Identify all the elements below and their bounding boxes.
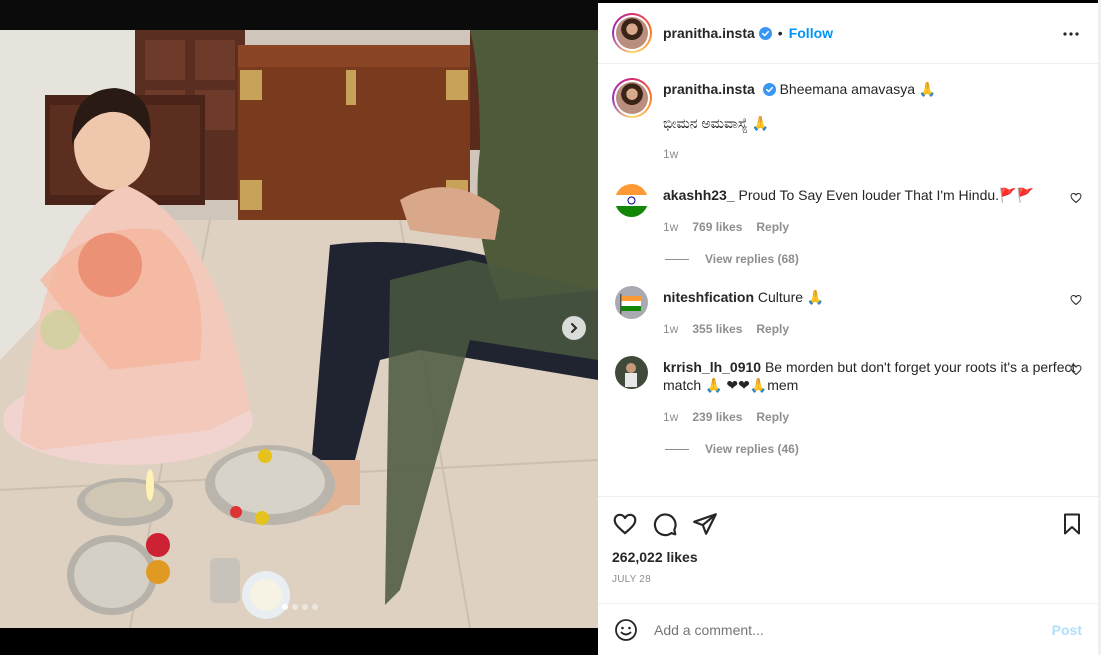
post-photo [0, 30, 598, 628]
header-separator: • [777, 25, 783, 41]
comments-list[interactable]: pranitha.insta Bheemana amavasya 🙏 ಭೀಮನ … [598, 64, 1098, 492]
carousel-dots [282, 604, 318, 610]
comment-like-heart-icon[interactable] [1070, 364, 1082, 376]
next-arrow-icon [571, 323, 578, 333]
comment-text: Culture 🙏 [757, 289, 825, 305]
caption-text-kannada: ಭೀಮನ ಅಮವಾಸ್ಯೆ 🙏 [663, 115, 770, 131]
commenter-avatar[interactable] [615, 356, 648, 389]
carousel-dot [282, 604, 288, 610]
comment-likes[interactable]: 355 likes [692, 322, 742, 336]
post-media[interactable] [0, 0, 598, 655]
reply-button[interactable]: Reply [756, 410, 789, 424]
carousel-dot [312, 604, 318, 610]
caption-text: Bheemana amavasya 🙏 [779, 81, 937, 97]
comment-like-heart-icon[interactable] [1070, 294, 1082, 306]
view-replies-button[interactable]: View replies (46) [665, 442, 1082, 456]
comment-icon[interactable] [652, 511, 678, 537]
comment-item: krrish_lh_0910 Be morden but don't forge… [612, 356, 1082, 456]
verified-icon [762, 83, 776, 96]
comment-time[interactable]: 1w [663, 410, 678, 424]
commenter-username[interactable]: akashh23_ [663, 187, 735, 203]
view-replies-button[interactable]: View replies (68) [665, 252, 1082, 266]
caption-time[interactable]: 1w [663, 147, 1082, 161]
comment-input[interactable] [654, 621, 1052, 638]
next-arrow-button[interactable] [562, 316, 586, 340]
carousel-dot [292, 604, 298, 610]
bookmark-icon[interactable] [1060, 512, 1084, 536]
commenter-avatar[interactable] [615, 184, 648, 217]
comment-time[interactable]: 1w [663, 322, 678, 336]
commenter-username[interactable]: niteshfication [663, 289, 754, 305]
commenter-avatar[interactable] [615, 286, 648, 319]
more-options-icon[interactable] [1062, 25, 1080, 43]
comment-text: Proud To Say Even louder That I'm Hindu.… [738, 187, 1034, 203]
likes-count[interactable]: 262,022 likes [612, 549, 1084, 565]
post-date[interactable]: JULY 28 [612, 574, 1084, 585]
post-actions: 262,022 likes JULY 28 [598, 496, 1098, 602]
post-side-panel: pranitha.insta • Follow pranitha.insta B… [598, 3, 1098, 655]
verified-icon [758, 26, 772, 40]
media-top-bar [0, 0, 598, 30]
post-comment-button[interactable]: Post [1052, 622, 1082, 638]
author-username[interactable]: pranitha.insta [663, 25, 755, 41]
view-replies-label: View replies (68) [705, 252, 799, 266]
comment-like-heart-icon[interactable] [1070, 192, 1082, 204]
carousel-dot [302, 604, 308, 610]
post-caption: pranitha.insta Bheemana amavasya 🙏 ಭೀಮನ … [612, 78, 1082, 161]
comment-likes[interactable]: 239 likes [692, 410, 742, 424]
comment-likes[interactable]: 769 likes [692, 220, 742, 234]
comment-item: akashh23_ Proud To Say Even louder That … [612, 184, 1082, 266]
comment-time[interactable]: 1w [663, 220, 678, 234]
media-bottom-bar [0, 628, 598, 655]
reply-button[interactable]: Reply [756, 220, 789, 234]
view-replies-label: View replies (46) [705, 442, 799, 456]
follow-button[interactable]: Follow [789, 25, 833, 41]
add-comment-bar: Post [598, 603, 1098, 655]
heart-icon[interactable] [612, 511, 638, 537]
share-icon[interactable] [692, 511, 718, 537]
caption-avatar[interactable] [612, 78, 652, 118]
photo-illustration [0, 30, 598, 628]
reply-button[interactable]: Reply [756, 322, 789, 336]
caption-username[interactable]: pranitha.insta [663, 81, 755, 97]
post-header: pranitha.insta • Follow [598, 3, 1098, 64]
commenter-username[interactable]: krrish_lh_0910 [663, 359, 761, 375]
emoji-icon[interactable] [614, 618, 638, 642]
comment-item: niteshfication Culture 🙏 1w 355 likes Re… [612, 286, 1082, 336]
author-avatar[interactable] [612, 13, 652, 53]
